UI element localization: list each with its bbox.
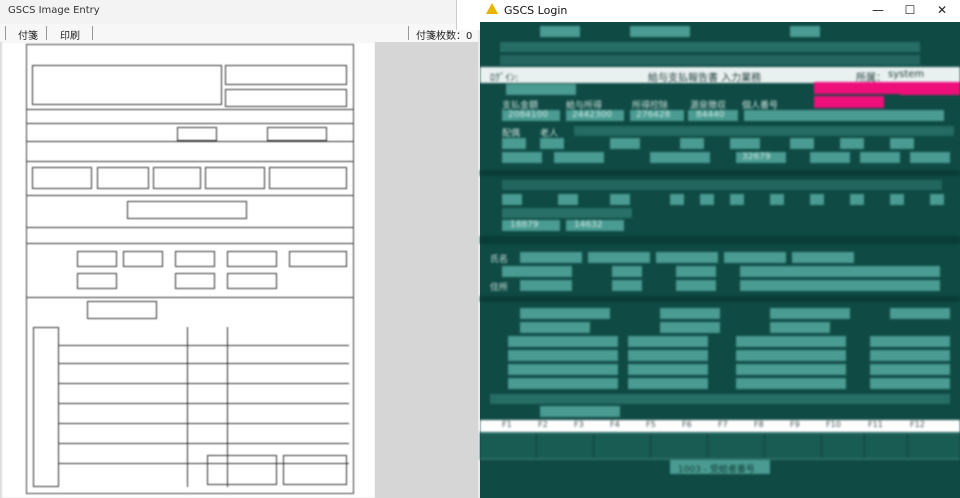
social-insurance-value[interactable]: 18879 [510, 220, 539, 230]
minimize-button[interactable]: — [860, 0, 896, 22]
menu-separator [5, 26, 6, 40]
fkey-f3[interactable]: F3 [574, 420, 584, 429]
fkey-f7[interactable]: F7 [718, 420, 728, 429]
fkey-f4[interactable]: F4 [610, 420, 620, 429]
menu-separator [92, 26, 93, 40]
life-insurance-value[interactable]: 14632 [574, 220, 603, 230]
fkey-button[interactable] [865, 434, 908, 458]
menu-separator [408, 26, 409, 40]
fkey-f5[interactable]: F5 [646, 420, 656, 429]
fkey-button[interactable] [651, 434, 708, 458]
gscs-login-window: GSCS Login — ☐ ✕ ﾛｸﾞｲﾝ: 給与支払報告書 入力業務 所属：… [480, 0, 960, 498]
salary-value[interactable]: 2442300 [572, 110, 612, 120]
image-entry-window: GSCS Image Entry 付箋 印刷 付箋枚数：0 [0, 0, 478, 498]
terminal-screen[interactable]: ﾛｸﾞｲﾝ: 給与支払報告書 入力業務 所属： system 支払金額 給与所得… [480, 22, 960, 498]
fkey-f2[interactable]: F2 [538, 420, 548, 429]
department-value: system [888, 69, 925, 80]
deduction-value[interactable]: 276428 [636, 110, 670, 120]
fkey-button[interactable] [537, 434, 594, 458]
fkey-f8[interactable]: F8 [754, 420, 764, 429]
document-form-frame [26, 44, 354, 494]
bottom-status-field[interactable]: 1003 - 受給者番号 [670, 460, 770, 475]
fkey-f6[interactable]: F6 [682, 420, 692, 429]
gscs-login-titlebar[interactable]: GSCS Login — ☐ ✕ [480, 0, 960, 23]
fkey-button[interactable] [708, 434, 765, 458]
fkey-f11[interactable]: F11 [868, 420, 883, 429]
screen-header-bar: ﾛｸﾞｲﾝ: 給与支払報告書 入力業務 所属： system [480, 67, 960, 84]
document-viewer[interactable] [0, 42, 478, 498]
menu-item-print[interactable]: 印刷 [60, 27, 80, 42]
pay-amount-value[interactable]: 2084100 [508, 110, 548, 120]
gscs-login-title: GSCS Login [504, 4, 568, 17]
fkey-f1[interactable]: F1 [502, 420, 512, 429]
screen-title: 給与支払報告書 入力業務 [648, 73, 762, 84]
warning-icon [486, 3, 498, 14]
background-window-edge [456, 0, 481, 30]
fkey-f10[interactable]: F10 [826, 420, 841, 429]
image-entry-title: GSCS Image Entry [8, 5, 100, 16]
fkey-button[interactable] [594, 434, 651, 458]
dependents-total-value[interactable]: 32679 [742, 152, 771, 162]
fkey-button[interactable] [480, 434, 537, 458]
login-label: ﾛｸﾞｲﾝ: [490, 73, 519, 84]
menu-separator [46, 26, 47, 40]
fkey-button[interactable] [765, 434, 822, 458]
viewer-background [375, 42, 478, 498]
fkey-f9[interactable]: F9 [790, 420, 800, 429]
scanned-document-image [2, 42, 375, 498]
function-key-buttons [480, 432, 960, 460]
close-button[interactable]: ✕ [924, 0, 960, 22]
tax-value[interactable]: 84440 [696, 110, 725, 120]
fkey-button[interactable] [908, 434, 960, 458]
fkey-button[interactable] [822, 434, 865, 458]
image-entry-titlebar[interactable]: GSCS Image Entry [0, 0, 478, 25]
terminal-content: ﾛｸﾞｲﾝ: 給与支払報告書 入力業務 所属： system 支払金額 給与所得… [480, 22, 960, 498]
label-name: 氏名 [490, 255, 509, 265]
fkey-f12[interactable]: F12 [910, 420, 925, 429]
maximize-button[interactable]: ☐ [892, 0, 928, 22]
function-key-bar: F1 F2 F3 F4 F5 F6 F7 F8 F9 F10 F11 F12 [480, 420, 960, 432]
bottom-status-text: 1003 - 受給者番号 [678, 465, 755, 475]
menu-item-fusen[interactable]: 付箋 [18, 27, 38, 42]
label-address: 住所 [490, 283, 509, 293]
image-entry-menubar: 付箋 印刷 付箋枚数：0 [0, 24, 478, 43]
